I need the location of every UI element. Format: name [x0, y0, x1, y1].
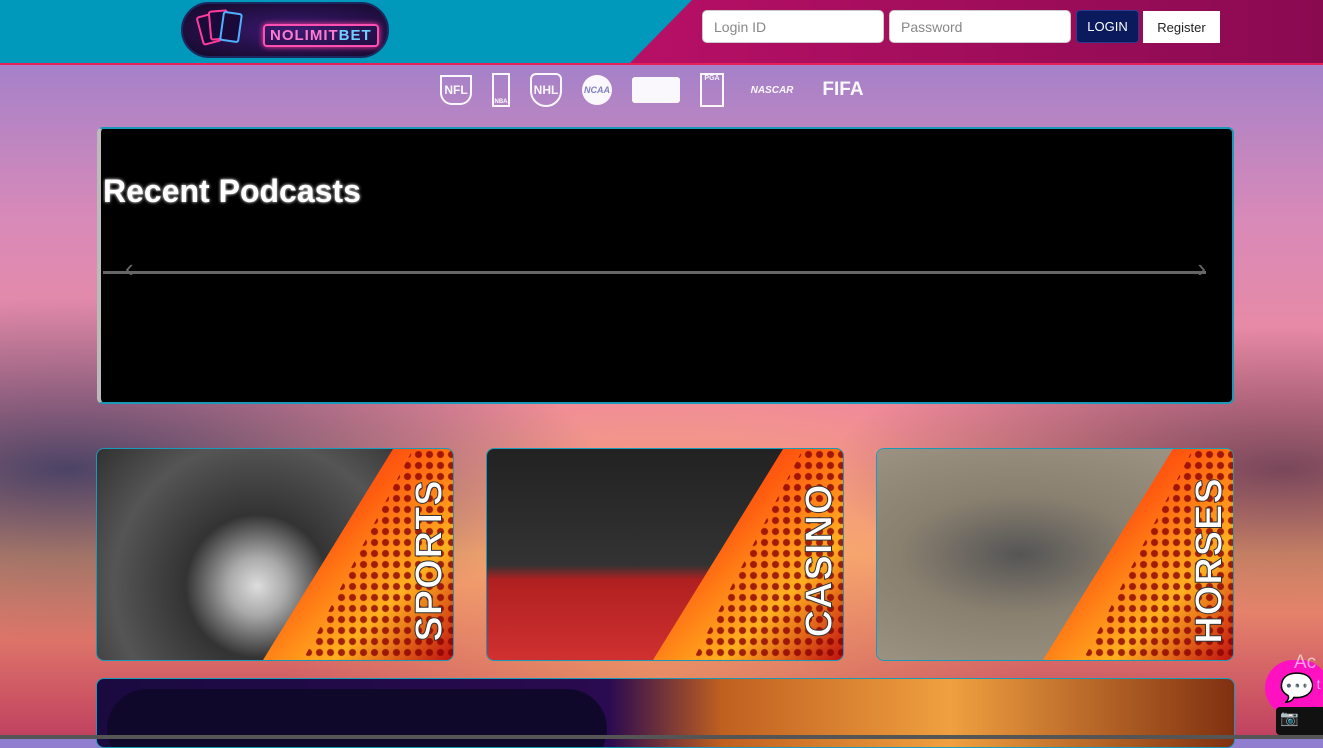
register-button[interactable]: Register — [1143, 11, 1220, 43]
camera-icon[interactable]: 📷 — [1276, 707, 1323, 735]
chevron-left-icon[interactable]: ‹ — [125, 253, 134, 284]
ncaa-logo-icon[interactable]: NCAA — [582, 75, 612, 105]
nba-logo-icon[interactable]: NBA — [492, 73, 510, 107]
nascar-logo-icon[interactable]: NASCAR — [744, 73, 800, 107]
carousel-track — [103, 271, 1206, 274]
login-button[interactable]: LOGIN — [1076, 10, 1139, 43]
nfl-logo-icon[interactable]: NFL — [440, 75, 472, 105]
activation-watermark: Ac — [1294, 652, 1317, 673]
mlb-logo-icon[interactable]: MLB — [632, 77, 680, 103]
card-label: SPORTS — [408, 479, 451, 642]
banner-logo-pill — [107, 689, 607, 747]
nhl-logo-icon[interactable]: NHL — [530, 73, 562, 107]
card-label: HORSES — [1188, 477, 1231, 644]
playing-cards-icon — [195, 9, 249, 50]
bottom-bar — [0, 735, 1323, 739]
casino-card[interactable]: CASINO — [486, 448, 844, 661]
horses-card[interactable]: HORSES — [876, 448, 1234, 661]
pga-logo-icon[interactable]: PGA — [700, 73, 724, 107]
password-input[interactable] — [889, 10, 1071, 43]
card-label: CASINO — [798, 483, 841, 638]
site-logo[interactable]: NOLIMITBET — [181, 2, 389, 58]
sports-card[interactable]: SPORTS — [96, 448, 454, 661]
activation-watermark-sub: Go t — [1294, 676, 1321, 692]
chevron-right-icon[interactable]: › — [1197, 253, 1206, 284]
site-header: NOLIMITBET LOGIN Register — [0, 0, 1323, 65]
login-id-input[interactable] — [702, 10, 884, 43]
league-nav: NFL NBA NHL NCAA MLB PGA NASCAR FIFA — [440, 72, 886, 108]
logo-text: NOLIMITBET — [263, 24, 379, 47]
recent-podcasts-panel: Recent Podcasts ‹ › — [97, 127, 1234, 404]
fifa-logo-icon[interactable]: FIFA — [820, 73, 866, 107]
section-title: Recent Podcasts — [103, 173, 361, 209]
